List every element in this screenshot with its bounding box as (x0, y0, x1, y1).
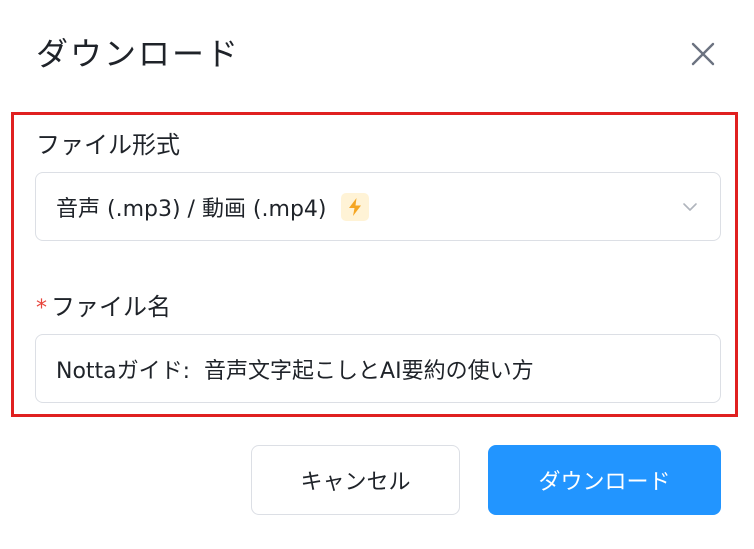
file-format-label: ファイル形式 (36, 131, 180, 159)
download-button[interactable]: ダウンロード (488, 445, 721, 515)
lightning-bolt-badge (340, 192, 369, 221)
lightning-bolt-icon (348, 197, 361, 216)
file-format-select[interactable]: 音声 (.mp3) / 動画 (.mp4) (35, 172, 721, 241)
download-dialog: ダウンロード ファイル形式 音声 (.mp3) / 動画 (.mp4) * ファイ… (0, 0, 754, 549)
close-button[interactable] (683, 34, 723, 74)
chevron-down-icon (683, 203, 697, 211)
required-mark: * (36, 296, 47, 321)
file-name-label-row: * ファイル名 (36, 291, 171, 325)
file-name-label: ファイル名 (51, 293, 171, 321)
close-icon (691, 42, 715, 66)
dialog-title: ダウンロード (36, 35, 241, 73)
file-format-value: 音声 (.mp3) / 動画 (.mp4) (56, 196, 327, 222)
cancel-button[interactable]: キャンセル (251, 445, 460, 515)
file-name-input[interactable] (35, 334, 721, 403)
